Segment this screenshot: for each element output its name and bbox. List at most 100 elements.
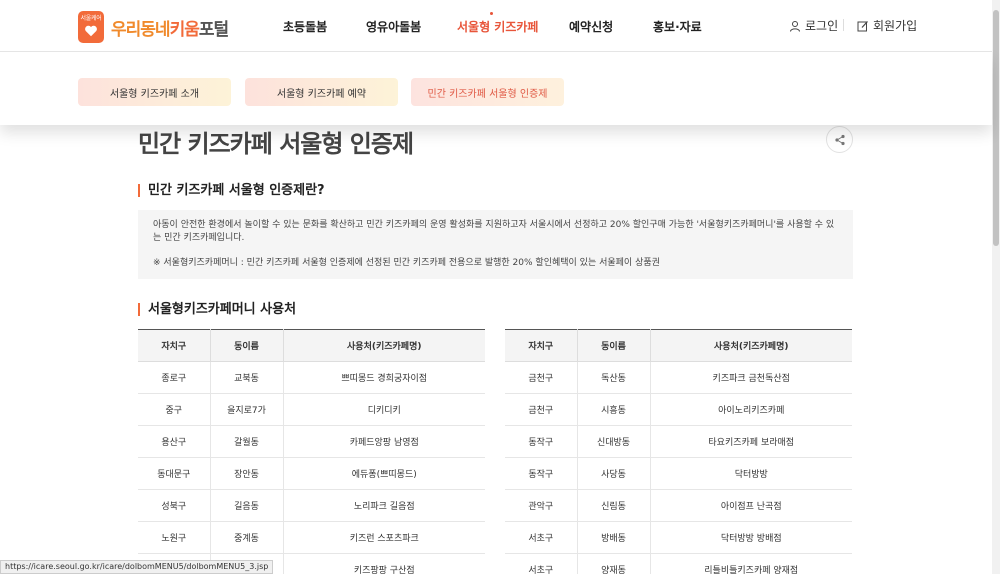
- nav-item-promotion[interactable]: 홍보·자료: [653, 18, 702, 35]
- cell-district: 동작구: [505, 457, 578, 490]
- cell-place: 쁘띠몽드 경희궁자이점: [283, 361, 485, 394]
- cell-district: 종로구: [138, 361, 211, 394]
- cell-dong: 교북동: [210, 361, 284, 394]
- nav-item-reservation[interactable]: 예약신청: [569, 18, 613, 35]
- util-divider: [843, 19, 844, 31]
- table-row: 성북구 길음동 노리파크 길음점: [138, 489, 485, 522]
- section-title-certification: 민간 키즈카페 서울형 인증제란?: [138, 184, 325, 197]
- logo-text-part3: 포털: [198, 19, 229, 40]
- cell-district: 관악구: [505, 489, 578, 522]
- nav-item-kids-cafe[interactable]: 서울형 키즈카페: [457, 12, 539, 35]
- logo-text-part1: 우리동네: [111, 19, 171, 40]
- page-title: 민간 키즈카페 서울형 인증제: [138, 130, 414, 158]
- table-row: 용산구 갈월동 카페드앙팡 남영점: [138, 425, 485, 458]
- signup-link[interactable]: 회원가입: [857, 17, 917, 34]
- active-indicator-dot: [490, 12, 493, 15]
- cell-district: 서초구: [505, 521, 578, 554]
- edit-icon: [857, 20, 868, 31]
- cell-place: 리틀비틀키즈카페 양재점: [650, 553, 852, 574]
- table-row: 서초구 방배동 닥터방방 방배점: [505, 521, 852, 554]
- header-district: 자치구: [138, 329, 211, 362]
- cell-place: 아이노리키즈카페: [650, 393, 852, 426]
- heart-icon: [85, 25, 97, 37]
- logo-text: 우리동네키움포털: [111, 15, 229, 40]
- cell-place: 디키디키: [283, 393, 485, 426]
- info-paragraph: 아동이 안전한 환경에서 놀이할 수 있는 문화를 확산하고 민간 키즈카페의 …: [153, 220, 835, 243]
- certification-info-box: 아동이 안전한 환경에서 놀이할 수 있는 문화를 확산하고 민간 키즈카페의 …: [138, 210, 853, 279]
- cell-district: 노원구: [138, 521, 211, 554]
- header-dong: 동이름: [210, 329, 284, 362]
- subtab-private-certification[interactable]: 민간 키즈카페 서울형 인증제: [411, 78, 564, 106]
- nav-item-infant-care[interactable]: 영유아돌봄: [366, 18, 421, 35]
- site-logo[interactable]: 서울케어 우리동네키움포털: [78, 11, 229, 43]
- cell-dong: 을지로7가: [210, 393, 284, 426]
- nav-item-kids-cafe-label: 서울형 키즈카페: [457, 20, 539, 34]
- kids-cafe-submenu: 서울형 키즈카페 소개 서울형 키즈카페 예약 민간 키즈카페 서울형 인증제: [0, 52, 992, 125]
- cell-place: 키즈팡팡 구산점: [283, 553, 485, 574]
- cell-place: 카페드앙팡 남영점: [283, 425, 485, 458]
- table-header-row: 자치구 동이름 사용처(키즈카페명): [505, 329, 852, 362]
- cell-place: 타요키즈카페 보라매점: [650, 425, 852, 458]
- cell-district: 서초구: [505, 553, 578, 574]
- table-row: 중구 을지로7가 디키디키: [138, 393, 485, 426]
- signup-label: 회원가입: [873, 19, 918, 33]
- usage-table-right: 자치구 동이름 사용처(키즈카페명) 금천구 독산동 키즈파크 금천독산점 금천구 시…: [505, 329, 852, 574]
- table-header-row: 자치구 동이름 사용처(키즈카페명): [138, 329, 485, 362]
- usage-table-left: 자치구 동이름 사용처(키즈카페명) 종로구 교북동 쁘띠몽드 경희궁자이점 중구 을…: [138, 329, 485, 574]
- cell-dong: 장안동: [210, 457, 284, 490]
- info-note: ※ 서울형키즈카페머니 : 민간 키즈카페 서울형 인증제에 선정된 민간 키즈…: [153, 258, 660, 268]
- table-row: 동작구 신대방동 타요키즈카페 보라매점: [505, 425, 852, 458]
- cell-dong: 사당동: [577, 457, 651, 490]
- cell-place: 키즈런 스포츠파크: [283, 521, 485, 554]
- page-scrollbar[interactable]: [992, 0, 1000, 574]
- cell-district: 용산구: [138, 425, 211, 458]
- cell-district: 동작구: [505, 425, 578, 458]
- share-button[interactable]: [826, 126, 853, 153]
- header-dong: 동이름: [577, 329, 651, 362]
- cell-place: 노리파크 길음점: [283, 489, 485, 522]
- cell-place: 닥터방방 방배점: [650, 521, 852, 554]
- table-row: 관악구 신림동 아이점프 난곡점: [505, 489, 852, 522]
- cell-district: 성북구: [138, 489, 211, 522]
- cell-district: 중구: [138, 393, 211, 426]
- table-row: 금천구 독산동 키즈파크 금천독산점: [505, 361, 852, 394]
- cell-place: 키즈파크 금천독산점: [650, 361, 852, 394]
- site-header: 서울케어 우리동네키움포털 초등돌봄 영유아돌봄 서울형 키즈카페 예약신청 홍…: [0, 0, 992, 52]
- cell-place: 아이점프 난곡점: [650, 489, 852, 522]
- table-row: 동대문구 장안동 에듀퐁(쁘띠몽드): [138, 457, 485, 490]
- cell-district: 금천구: [505, 361, 578, 394]
- cell-place: 에듀퐁(쁘띠몽드): [283, 457, 485, 490]
- status-url-tooltip: https://icare.seoul.go.kr/icare/dolbomME…: [0, 560, 274, 574]
- cell-district: 금천구: [505, 393, 578, 426]
- scrollbar-thumb[interactable]: [993, 10, 999, 246]
- login-label: 로그인: [805, 19, 839, 33]
- cell-district: 동대문구: [138, 457, 211, 490]
- share-icon: [834, 134, 845, 145]
- subtab-kids-cafe-reservation[interactable]: 서울형 키즈카페 예약: [245, 78, 398, 106]
- cell-dong: 신대방동: [577, 425, 651, 458]
- logo-text-part2: 키움: [169, 19, 200, 40]
- cell-dong: 갈월동: [210, 425, 284, 458]
- table-row: 서초구 양재동 리틀비틀키즈카페 양재점: [505, 553, 852, 574]
- cell-dong: 길음동: [210, 489, 284, 522]
- cell-dong: 방배동: [577, 521, 651, 554]
- logo-small-text: 서울케어: [80, 15, 102, 22]
- cell-dong: 독산동: [577, 361, 651, 394]
- cell-dong: 양재동: [577, 553, 651, 574]
- header-district: 자치구: [505, 329, 578, 362]
- cell-dong: 신림동: [577, 489, 651, 522]
- subtab-kids-cafe-intro[interactable]: 서울형 키즈카페 소개: [78, 78, 231, 106]
- table-row: 노원구 중계동 키즈런 스포츠파크: [138, 521, 485, 554]
- table-row: 종로구 교북동 쁘띠몽드 경희궁자이점: [138, 361, 485, 394]
- login-link[interactable]: 로그인: [789, 17, 838, 34]
- header-place: 사용처(키즈카페명): [650, 329, 852, 362]
- header-place: 사용처(키즈카페명): [283, 329, 485, 362]
- user-icon: [790, 20, 800, 32]
- cell-place: 닥터방방: [650, 457, 852, 490]
- table-row: 동작구 사당동 닥터방방: [505, 457, 852, 490]
- cell-dong: 중계동: [210, 521, 284, 554]
- table-row: 금천구 시흥동 아이노리키즈카페: [505, 393, 852, 426]
- nav-item-elementary-care[interactable]: 초등돌봄: [283, 18, 327, 35]
- section-title-usage-places: 서울형키즈카페머니 사용처: [138, 303, 296, 316]
- cell-dong: 시흥동: [577, 393, 651, 426]
